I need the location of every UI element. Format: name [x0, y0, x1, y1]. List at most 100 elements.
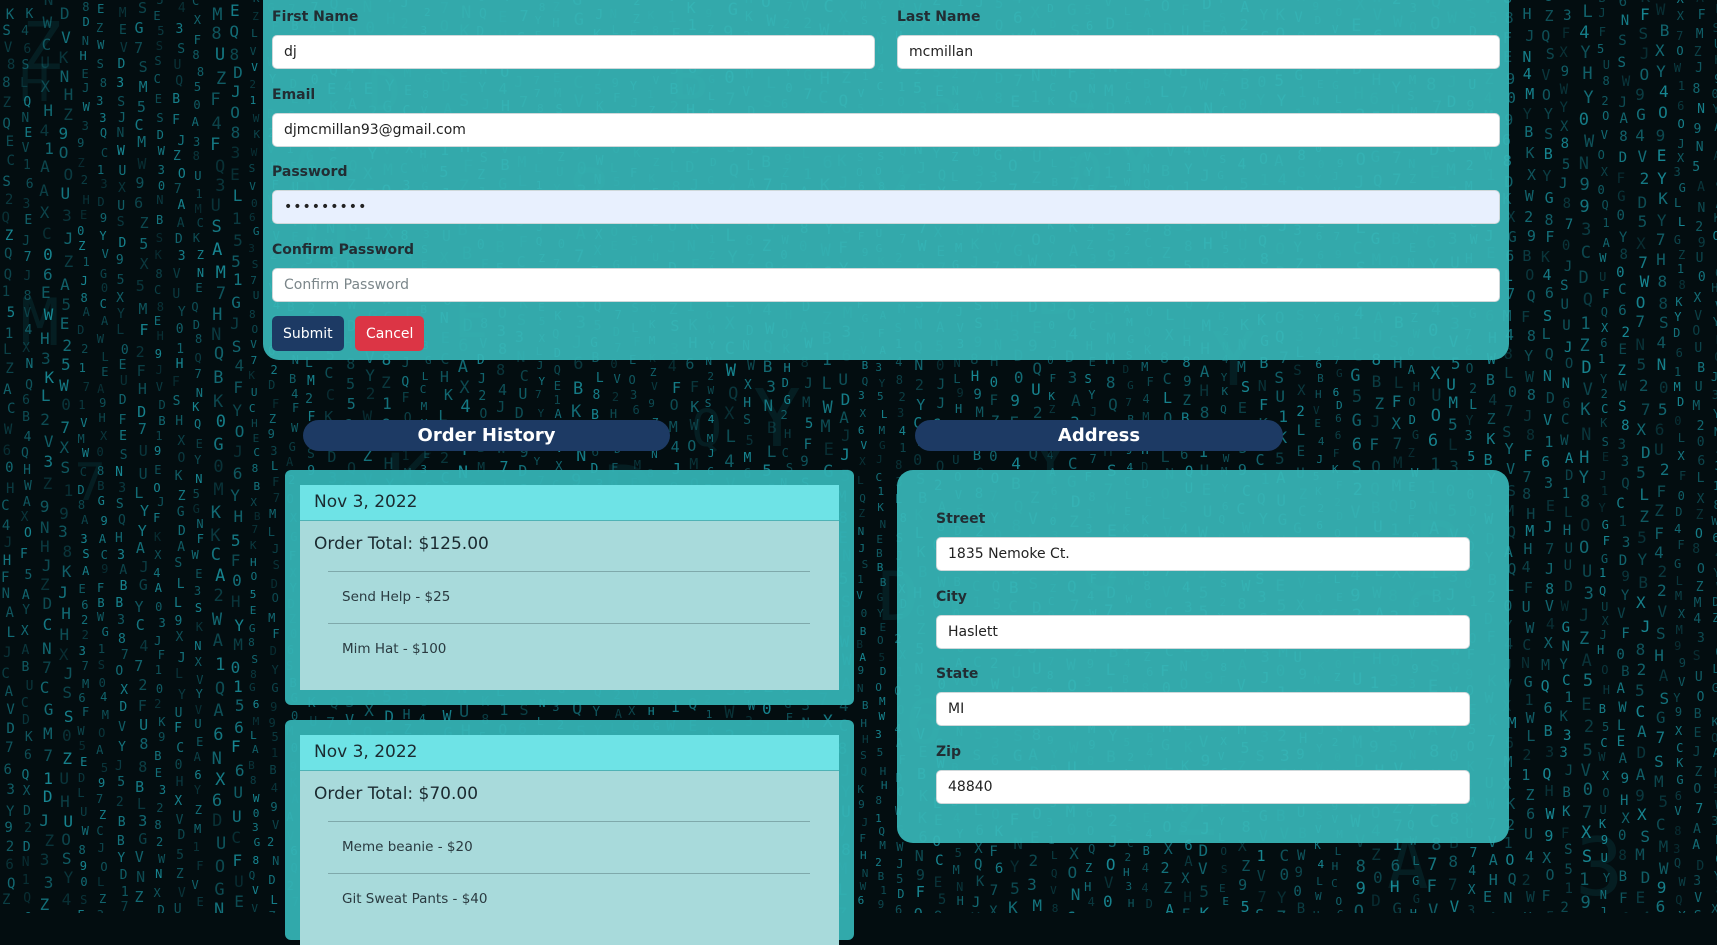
matrix-glyph: D [175, 233, 183, 246]
street-input[interactable] [936, 537, 1470, 571]
matrix-glyph: E [234, 894, 244, 910]
matrix-glyph: V [176, 814, 184, 827]
matrix-glyph: F [1621, 627, 1629, 641]
matrix-glyph: B [22, 661, 30, 674]
matrix-glyph: L [251, 28, 258, 39]
matrix-glyph: M [139, 80, 148, 95]
matrix-glyph: S [249, 163, 256, 174]
matrix-glyph: L [1583, 4, 1593, 21]
matrix-glyph: 9 [1656, 128, 1666, 144]
matrix-glyph: 4 [1318, 436, 1325, 447]
zip-input[interactable] [936, 770, 1470, 804]
matrix-glyph: Z [134, 890, 143, 905]
submit-button[interactable]: Submit [272, 316, 344, 351]
matrix-glyph: E [24, 214, 32, 227]
matrix-glyph: N [1696, 141, 1704, 154]
email-input[interactable] [272, 113, 1500, 147]
matrix-glyph: V [1678, 676, 1685, 688]
matrix-glyph: A [99, 533, 106, 545]
matrix-glyph: J [1545, 562, 1554, 577]
matrix-glyph: 5 [1658, 402, 1668, 418]
matrix-glyph: E [154, 315, 161, 327]
matrix-glyph: 1 [857, 574, 864, 585]
matrix-glyph: S [1618, 34, 1626, 48]
matrix-glyph: H [99, 412, 106, 424]
matrix-glyph: B [117, 835, 125, 848]
matrix-glyph: G [879, 440, 886, 451]
matrix-glyph: Z [269, 413, 276, 425]
matrix-glyph: 7 [1393, 436, 1403, 452]
matrix-glyph: Y [64, 870, 74, 886]
matrix-glyph: A [1408, 364, 1415, 376]
matrix-glyph: 6 [1562, 397, 1570, 411]
cancel-button[interactable]: Cancel [355, 316, 424, 351]
matrix-glyph: X [194, 14, 201, 26]
matrix-glyph: 0 [913, 453, 922, 468]
matrix-glyph: Q [2, 211, 10, 225]
matrix-glyph: 8 [1580, 494, 1590, 511]
matrix-glyph: O [215, 859, 225, 876]
matrix-glyph: 5 [1241, 900, 1250, 913]
matrix-glyph: 5 [250, 589, 257, 600]
matrix-glyph: M [1541, 658, 1550, 673]
matrix-glyph: G [1676, 774, 1683, 786]
matrix-glyph: A [1713, 747, 1717, 759]
matrix-glyph: G [1412, 429, 1419, 441]
matrix-glyph: 9 [916, 868, 925, 883]
matrix-glyph: 6 [1697, 455, 1705, 468]
matrix-glyph: V [249, 181, 256, 192]
matrix-glyph: 4 [178, 2, 186, 15]
matrix-glyph: B [1694, 708, 1702, 721]
matrix-glyph: Y [6, 805, 14, 819]
matrix-glyph: 0 [216, 414, 226, 431]
matrix-glyph: 7 [1545, 542, 1554, 557]
matrix-glyph: H [1563, 524, 1571, 538]
matrix-glyph: Z [1696, 509, 1704, 522]
matrix-glyph: Y [99, 230, 106, 242]
matrix-glyph: X [1297, 384, 1305, 398]
password-input[interactable] [272, 190, 1500, 224]
matrix-glyph: Q [859, 493, 866, 504]
matrix-glyph: C [43, 617, 53, 633]
matrix-glyph: C [21, 697, 29, 710]
matrix-glyph: K [857, 784, 864, 795]
matrix-glyph: Y [1674, 311, 1681, 323]
matrix-glyph: 3 [1673, 843, 1680, 855]
matrix-glyph: L [1161, 450, 1170, 465]
state-input[interactable] [936, 692, 1470, 726]
matrix-glyph: F [859, 833, 866, 844]
matrix-glyph: G [1656, 710, 1666, 726]
matrix-glyph: M [268, 612, 275, 624]
matrix-glyph: 8 [250, 669, 257, 680]
city-input[interactable] [936, 615, 1470, 649]
matrix-glyph: J [859, 543, 866, 554]
matrix-glyph: L [41, 388, 51, 404]
matrix-glyph: L [1316, 876, 1323, 887]
matrix-glyph: F [153, 512, 160, 524]
matrix-glyph: E [6, 135, 14, 149]
matrix-glyph: 3 [79, 645, 86, 657]
matrix-glyph: Q [1220, 404, 1227, 415]
matrix-glyph: X [724, 406, 734, 423]
matrix-glyph: C [420, 384, 427, 395]
matrix-glyph: W [1525, 189, 1534, 204]
order-card: Nov 3, 2022 Order Total: $125.00 Send He… [285, 470, 854, 705]
matrix-glyph: C [136, 618, 145, 633]
matrix-glyph: 1 [1601, 485, 1608, 497]
matrix-glyph: Y [178, 689, 186, 702]
confirm-password-input[interactable] [272, 268, 1500, 302]
matrix-glyph: 2 [1640, 171, 1650, 187]
matrix-glyph: J [157, 496, 164, 508]
matrix-glyph: D [6, 722, 14, 736]
matrix-glyph: U [139, 467, 148, 482]
matrix-glyph: V [1050, 885, 1057, 896]
matrix-glyph: N [156, 194, 163, 206]
matrix-glyph: Q [2, 117, 10, 131]
matrix-glyph: 3 [138, 814, 147, 829]
matrix-glyph: S [1618, 56, 1626, 70]
matrix-glyph: 5 [235, 698, 245, 714]
matrix-glyph: W [137, 157, 146, 172]
matrix-glyph: X [364, 703, 374, 719]
last-name-input[interactable] [897, 35, 1500, 69]
first-name-input[interactable] [272, 35, 875, 69]
